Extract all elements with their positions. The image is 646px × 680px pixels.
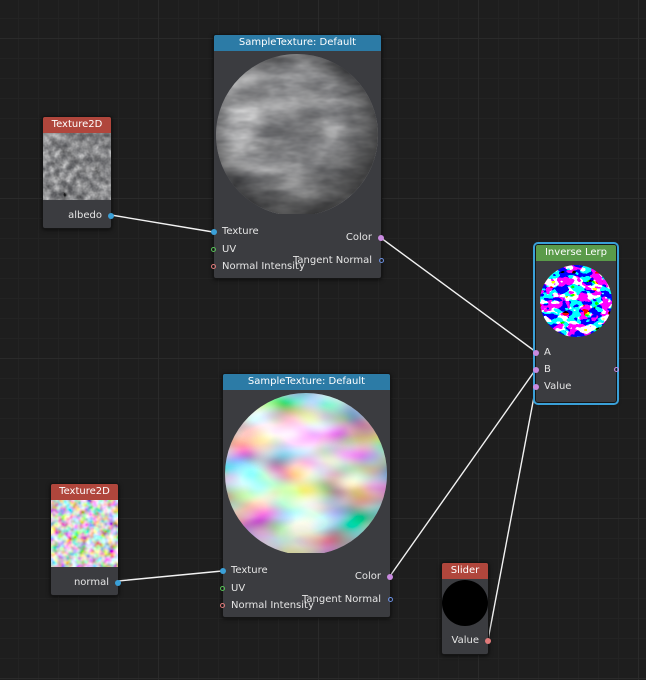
port-label: normal [73,577,109,588]
node-title[interactable]: Inverse Lerp [536,245,616,261]
node-title[interactable]: Texture2D [51,484,118,500]
port-label: UV [222,244,237,255]
port-dot[interactable] [220,568,226,574]
preview-sphere-normal [225,393,387,553]
output-port[interactable] [606,363,619,377]
port-dot[interactable] [211,247,216,252]
port-label: Texture [222,226,259,237]
wire-color-to-a [380,237,537,353]
port-label: Texture [231,565,268,576]
slider-node[interactable]: Slider Value [441,562,491,655]
texture-preview-normal [51,500,118,567]
port-dot[interactable] [115,580,121,586]
port-dot[interactable] [211,229,217,235]
wire-color-to-b [389,368,537,577]
port-dot[interactable] [220,603,225,608]
texture2d-normal-node[interactable]: Texture2D normal [50,483,121,596]
port-label: A [544,347,551,358]
sample-texture-node-bottom[interactable]: SampleTexture: Default Texture UV Normal… [220,373,393,618]
port-label: Value [451,635,479,646]
wire-albedo-to-texture [110,214,214,233]
node-title[interactable]: SampleTexture: Default [223,374,390,390]
port-dot[interactable] [533,350,539,356]
port-label: B [544,364,551,375]
port-label: Tangent Normal [301,594,381,605]
port-dot[interactable] [379,258,384,263]
slider-preview-circle [442,580,488,626]
node-title[interactable]: Texture2D [43,117,111,133]
port-dot[interactable] [388,597,393,602]
port-dot[interactable] [387,574,393,580]
sample-texture-node-top[interactable]: SampleTexture: Default Texture UV Normal… [211,34,384,279]
texture2d-albedo-node[interactable]: Texture2D albedo [42,116,114,229]
port-label: albedo [68,210,102,221]
port-dot[interactable] [485,638,491,644]
inverse-lerp-node[interactable]: Inverse Lerp A B Value [533,242,619,405]
port-label: Color [354,571,381,582]
preview-sphere-albedo [216,54,378,214]
wire-slider-to-value [487,385,537,641]
port-dot[interactable] [533,384,539,390]
port-dot[interactable] [220,586,225,591]
wire-normal-to-texture [117,570,223,582]
preview-sphere-lerp [540,265,612,337]
port-label: Color [345,232,372,243]
port-dot[interactable] [211,264,216,269]
port-dot[interactable] [614,367,619,372]
texture-preview-albedo [43,133,111,200]
node-title[interactable]: SampleTexture: Default [214,35,381,51]
port-label: Value [544,381,572,392]
port-dot[interactable] [533,367,539,373]
port-label: UV [231,583,246,594]
port-dot[interactable] [108,213,114,219]
port-dot[interactable] [378,235,384,241]
node-title[interactable]: Slider [442,563,488,579]
port-label: Tangent Normal [292,255,372,266]
